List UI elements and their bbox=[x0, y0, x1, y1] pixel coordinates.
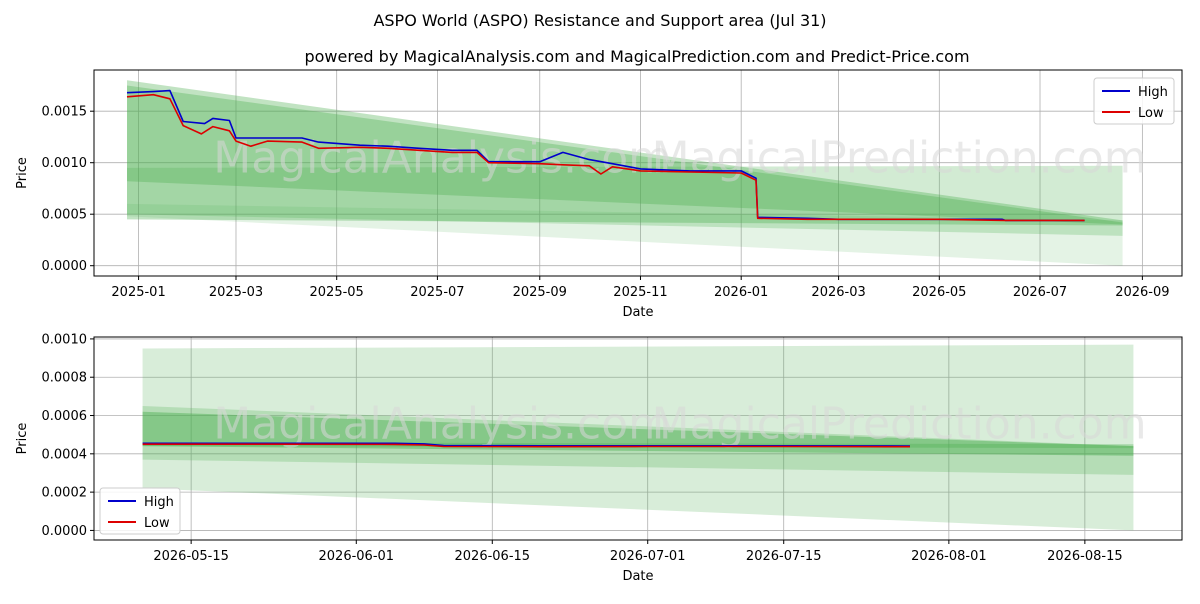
watermark-text: MagicalPrediction.com bbox=[652, 133, 1147, 184]
x-tick-label: 2026-06-15 bbox=[455, 549, 531, 564]
chart-title: ASPO World (ASPO) Resistance and Support… bbox=[373, 11, 826, 30]
x-tick-label: 2025-07 bbox=[410, 285, 464, 300]
x-tick-label: 2026-03 bbox=[811, 285, 865, 300]
y-axis-label: Price bbox=[15, 157, 30, 189]
upper-panel: MagicalAnalysis.comMagicalPrediction.com… bbox=[15, 69, 1183, 320]
y-axis: 0.0000 0.0005 0.0010 0.0015 Price bbox=[15, 105, 94, 274]
x-axis-label: Date bbox=[622, 569, 653, 584]
x-tick-label: 2026-08-15 bbox=[1047, 549, 1123, 564]
x-tick-label: 2026-05 bbox=[912, 285, 966, 300]
x-axis-label: Date bbox=[622, 305, 653, 320]
chart-figure: ASPO World (ASPO) Resistance and Support… bbox=[15, 11, 1183, 584]
x-tick-label: 2025-01 bbox=[111, 285, 165, 300]
x-axis: 2025-01 2025-03 2025-05 2025-07 2025-09 2025-… bbox=[111, 276, 1170, 320]
x-tick-label: 2025-11 bbox=[613, 285, 667, 300]
chart-subtitle: powered by MagicalAnalysis.com and Magic… bbox=[304, 47, 969, 66]
x-tick-label: 2025-05 bbox=[310, 285, 364, 300]
y-tick-label: 0.0010 bbox=[42, 156, 88, 171]
watermark-text: MagicalAnalysis.com bbox=[213, 133, 671, 184]
legend: High Low bbox=[1093, 77, 1175, 125]
y-axis: 0.0000 0.0002 0.0004 0.0006 0.0008 0.0010 Pric… bbox=[15, 332, 94, 539]
y-tick-label: 0.0006 bbox=[42, 409, 88, 424]
y-tick-label: 0.0002 bbox=[42, 486, 88, 501]
x-tick-label: 2026-07 bbox=[1013, 285, 1067, 300]
x-tick-label: 2026-07-15 bbox=[746, 549, 822, 564]
y-tick-label: 0.0004 bbox=[42, 447, 88, 462]
watermarks: MagicalAnalysis.comMagicalPrediction.com bbox=[213, 398, 1146, 449]
y-tick-label: 0.0010 bbox=[42, 332, 88, 347]
x-tick-label: 2026-09 bbox=[1115, 285, 1169, 300]
y-tick-label: 0.0000 bbox=[42, 259, 88, 274]
legend-label-high: High bbox=[144, 495, 174, 510]
legend-label-low: Low bbox=[1138, 106, 1164, 121]
x-tick-label: 2025-03 bbox=[209, 285, 263, 300]
watermark-text: MagicalAnalysis.com bbox=[213, 398, 671, 449]
y-axis-label: Price bbox=[15, 423, 30, 455]
y-tick-label: 0.0000 bbox=[42, 524, 88, 539]
y-tick-label: 0.0015 bbox=[42, 105, 88, 120]
watermarks: MagicalAnalysis.comMagicalPrediction.com bbox=[213, 133, 1146, 184]
y-tick-label: 0.0005 bbox=[42, 208, 88, 223]
lower-panel: MagicalAnalysis.comMagicalPrediction.com… bbox=[15, 332, 1183, 584]
legend: High Low bbox=[99, 487, 181, 535]
x-tick-label: 2026-06-01 bbox=[319, 549, 395, 564]
x-tick-label: 2026-08-01 bbox=[911, 549, 987, 564]
x-axis: 2026-05-15 2026-06-01 2026-06-15 2026-07-01… bbox=[153, 540, 1123, 584]
watermark-text: MagicalPrediction.com bbox=[652, 398, 1147, 449]
y-tick-label: 0.0008 bbox=[42, 371, 88, 386]
x-tick-label: 2026-07-01 bbox=[610, 549, 686, 564]
x-tick-label: 2025-09 bbox=[513, 285, 567, 300]
legend-label-low: Low bbox=[144, 516, 170, 531]
x-tick-label: 2026-01 bbox=[714, 285, 768, 300]
x-tick-label: 2026-05-15 bbox=[153, 549, 229, 564]
legend-label-high: High bbox=[1138, 85, 1168, 100]
